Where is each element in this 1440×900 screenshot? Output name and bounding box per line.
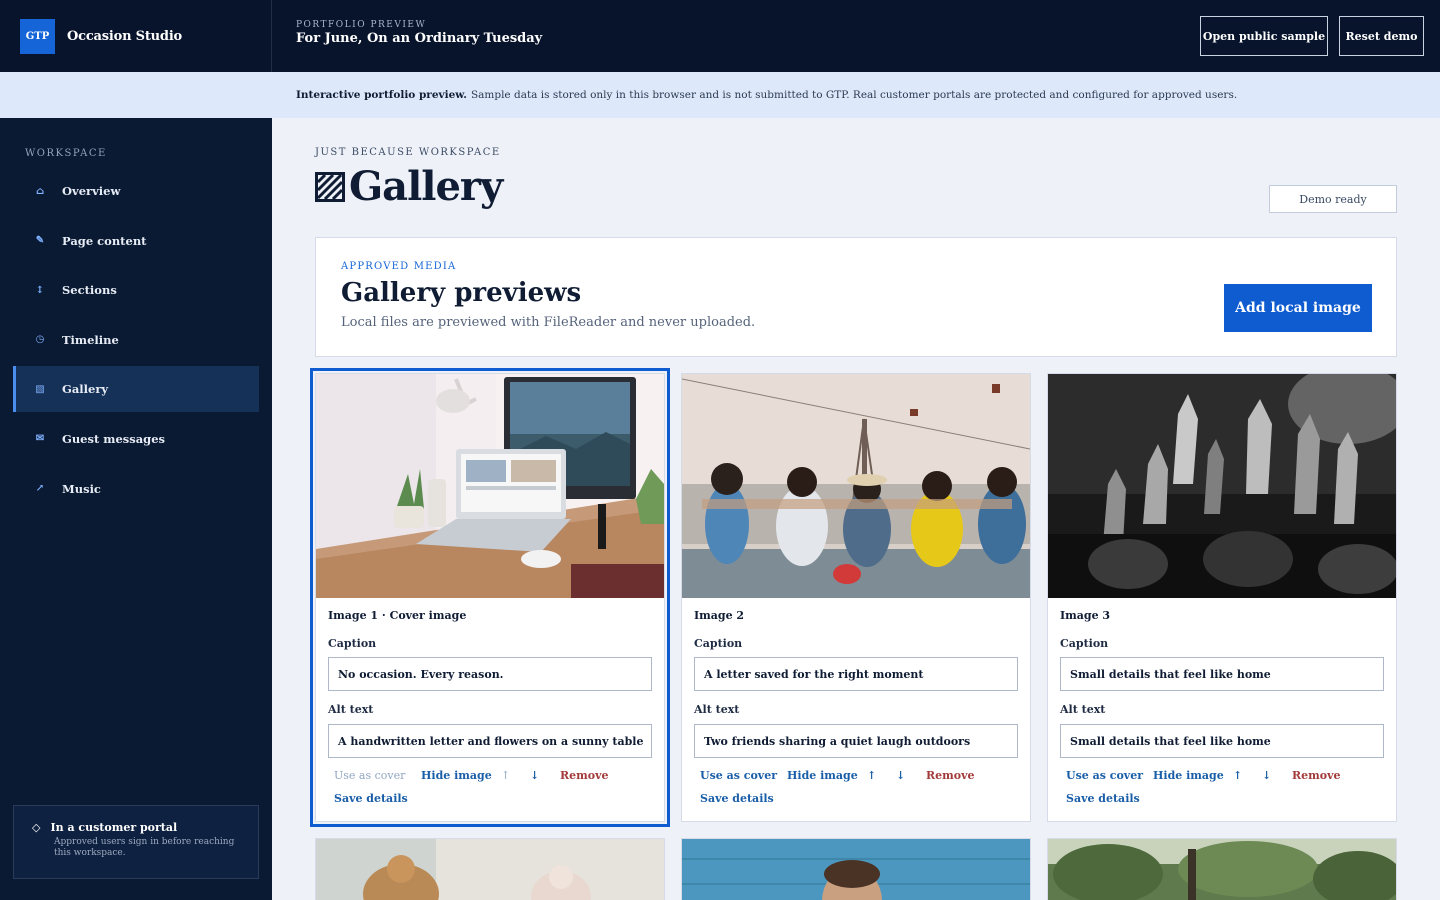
sidebar-nav: ⌂ Overview ✎ Page content ↕ Sections ◷ Timel… <box>13 168 259 515</box>
alt-text-input[interactable]: A handwritten letter and flowers on a su… <box>328 724 652 758</box>
page-title-text: Gallery <box>349 163 503 210</box>
pencil-icon: ✎ <box>35 235 45 247</box>
sidebar: WORKSPACE ⌂ Overview ✎ Page content ↕ Secti… <box>0 118 272 900</box>
hide-image-button[interactable]: Hide image <box>1153 769 1224 782</box>
image-label: Image 3 <box>1060 609 1111 622</box>
hide-image-button[interactable]: Hide image <box>421 769 492 782</box>
info-banner: Interactive portfolio preview. Sample da… <box>0 72 1440 118</box>
concert-crowd-photo <box>1048 374 1396 598</box>
caption-input[interactable]: A letter saved for the right moment <box>694 657 1018 691</box>
move-up-icon[interactable]: ↑ <box>867 769 876 782</box>
preview-eyebrow: PORTFOLIO PREVIEW <box>296 20 427 30</box>
sidebar-item-timeline[interactable]: ◷ Timeline <box>13 317 259 363</box>
page-title: Gallery <box>315 163 503 210</box>
man-portrait-photo <box>682 839 1030 900</box>
remove-button[interactable]: Remove <box>926 769 975 782</box>
teddy-bears-photo <box>316 839 664 900</box>
open-public-sample-button[interactable]: Open public sample <box>1200 16 1328 56</box>
gallery-card[interactable] <box>1047 838 1397 900</box>
remove-button[interactable]: Remove <box>1292 769 1341 782</box>
use-as-cover-button[interactable]: Use as cover <box>1066 769 1143 782</box>
sidebar-item-label: Gallery <box>62 382 109 397</box>
gallery-card[interactable]: Image 2 Caption A letter saved for the r… <box>681 373 1031 822</box>
arrow-up-right-icon: ↗ <box>35 483 45 495</box>
save-details-button[interactable]: Save details <box>334 792 408 805</box>
sidebar-item-gallery[interactable]: ▧ Gallery <box>13 366 259 413</box>
main-content: JUST BECAUSE WORKSPACE Gallery Demo read… <box>272 118 1440 900</box>
move-up-icon[interactable]: ↑ <box>1233 769 1242 782</box>
approved-media-panel: APPROVED MEDIA Gallery previews Local fi… <box>315 237 1397 357</box>
portal-subtitle: Approved users sign in before reaching t… <box>54 837 235 858</box>
brand-name: Occasion Studio <box>67 28 183 44</box>
brand-logo: GTP <box>20 18 55 54</box>
top-bar: GTP Occasion Studio PORTFOLIO PREVIEW Fo… <box>0 0 1440 72</box>
preview-header: PORTFOLIO PREVIEW For June, On an Ordina… <box>296 20 542 46</box>
trees-path-photo <box>1048 839 1396 900</box>
use-as-cover-button[interactable]: Use as cover <box>334 769 405 782</box>
gallery-card[interactable]: Image 1 · Cover image Caption No occasio… <box>310 368 670 827</box>
sidebar-item-sections[interactable]: ↕ Sections <box>13 267 259 313</box>
hide-image-button[interactable]: Hide image <box>787 769 858 782</box>
friends-outdoors-photo <box>682 374 1030 598</box>
sidebar-item-page-content[interactable]: ✎ Page content <box>13 218 259 264</box>
gallery-card[interactable] <box>315 838 665 900</box>
remove-button[interactable]: Remove <box>560 769 609 782</box>
use-as-cover-button[interactable]: Use as cover <box>700 769 777 782</box>
add-local-image-button[interactable]: Add local image <box>1224 284 1372 332</box>
status-badge: Demo ready <box>1269 185 1397 213</box>
move-down-icon[interactable]: ↓ <box>896 769 905 782</box>
media-eyebrow: APPROVED MEDIA <box>341 261 457 272</box>
gallery-image[interactable] <box>1048 374 1396 598</box>
customer-portal-notice: ◇ In a customer portal Approved users sig… <box>13 805 259 879</box>
caption-label: Caption <box>1060 637 1109 650</box>
banner-heading: Interactive portfolio preview. <box>296 89 467 101</box>
sidebar-item-label: Music <box>62 481 101 496</box>
save-details-button[interactable]: Save details <box>700 792 774 805</box>
media-description: Local files are previewed with FileReade… <box>341 315 756 330</box>
envelope-icon: ✉ <box>35 433 45 445</box>
media-title: Gallery previews <box>341 278 582 308</box>
reset-demo-button[interactable]: Reset demo <box>1339 16 1424 56</box>
sidebar-item-label: Overview <box>62 184 121 198</box>
alt-text-input[interactable]: Small details that feel like home <box>1060 724 1384 758</box>
arrows-vertical-icon: ↕ <box>35 284 45 296</box>
caption-label: Caption <box>694 637 743 650</box>
move-down-icon[interactable]: ↓ <box>1262 769 1271 782</box>
sidebar-item-overview[interactable]: ⌂ Overview <box>13 168 259 214</box>
gallery-image[interactable] <box>316 374 664 598</box>
sidebar-item-label: Sections <box>62 283 117 298</box>
gallery-card[interactable] <box>681 838 1031 900</box>
alt-text-label: Alt text <box>1060 703 1106 716</box>
preview-title: For June, On an Ordinary Tuesday <box>296 31 543 46</box>
caption-input[interactable]: No occasion. Every reason. <box>328 657 652 691</box>
image-label: Image 1 · Cover image <box>328 609 467 622</box>
desk-laptop-photo <box>316 374 664 598</box>
home-icon: ⌂ <box>35 185 45 197</box>
banner-text: Sample data is stored only in this brows… <box>470 89 1238 101</box>
clock-icon: ◷ <box>35 334 45 346</box>
caption-label: Caption <box>328 637 377 650</box>
workspace-eyebrow: JUST BECAUSE WORKSPACE <box>315 147 501 158</box>
gallery-icon <box>315 171 345 202</box>
save-details-button[interactable]: Save details <box>1066 792 1140 805</box>
alt-text-label: Alt text <box>328 703 374 716</box>
move-up-icon[interactable]: ↑ <box>501 769 510 782</box>
image-label: Image 2 <box>694 609 745 622</box>
alt-text-input[interactable]: Two friends sharing a quiet laugh outdoo… <box>694 724 1018 758</box>
sidebar-item-label: Page content <box>62 233 147 248</box>
gallery-image[interactable] <box>682 374 1030 598</box>
gallery-card[interactable]: Image 3 Caption Small details that feel … <box>1047 373 1397 822</box>
brand[interactable]: GTP Occasion Studio <box>0 0 272 72</box>
diamond-icon: ◇ <box>32 821 41 834</box>
portal-title: In a customer portal <box>50 821 178 834</box>
sidebar-section-label: WORKSPACE <box>25 148 107 159</box>
sidebar-item-guest-messages[interactable]: ✉ Guest messages <box>13 416 259 462</box>
caption-input[interactable]: Small details that feel like home <box>1060 657 1384 691</box>
sidebar-item-label: Guest messages <box>62 431 166 446</box>
sidebar-item-music[interactable]: ↗ Music <box>13 466 259 512</box>
sidebar-item-label: Timeline <box>62 332 119 347</box>
gallery-icon: ▧ <box>35 383 45 395</box>
alt-text-label: Alt text <box>694 703 740 716</box>
move-down-icon[interactable]: ↓ <box>530 769 539 782</box>
